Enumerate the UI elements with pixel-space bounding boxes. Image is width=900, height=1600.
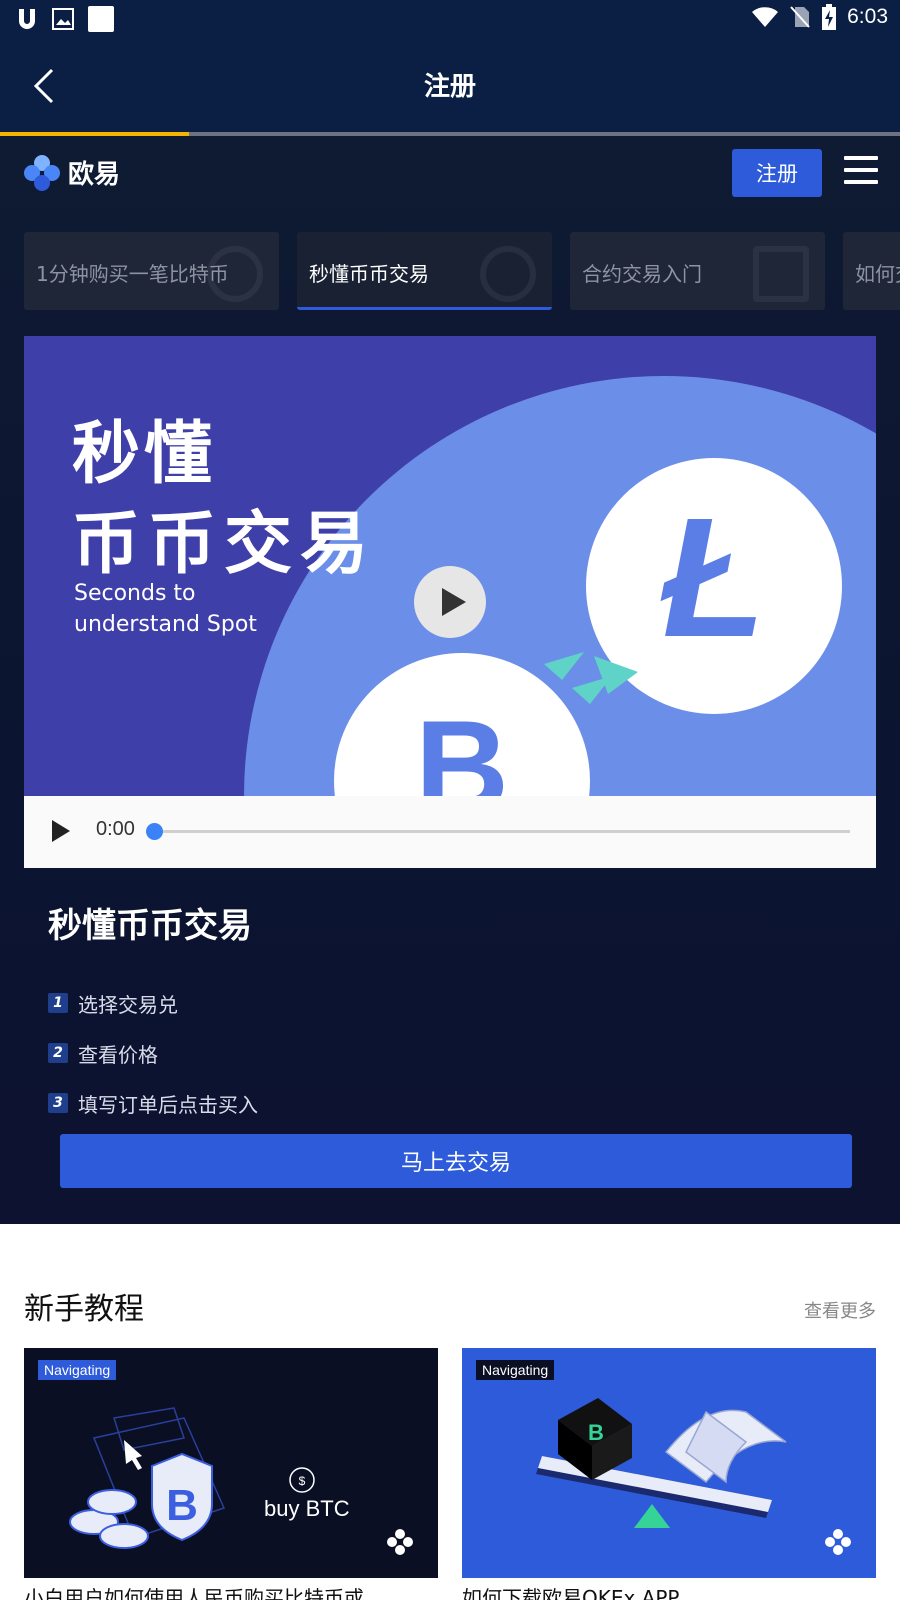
logo-text: 欧易 [68,160,121,190]
video-seek-bar[interactable] [146,823,850,840]
okex-logo-icon [24,154,60,191]
step-item: 2 查看价格 [48,1028,258,1078]
step-item: 1 选择交易兑 [48,978,258,1028]
blank-notification-icon [88,6,114,32]
see-more-link[interactable]: 查看更多 [804,1297,876,1323]
hero-section: 欧易 注册 1分钟购买一笔比特币 秒懂币币交易 合约交易入门 如何交 [0,136,900,1224]
svg-text:$: $ [299,1474,306,1488]
step-item: 3 填写订单后点击买入 [48,1078,258,1128]
trade-now-button[interactable]: 马上去交易 [60,1134,852,1188]
tab-buy-bitcoin[interactable]: 1分钟购买一笔比特币 [24,232,279,310]
svg-text:Ł: Ł [660,483,766,673]
coin-exchange-icon [480,246,536,302]
okex-logo[interactable]: 欧易 [24,154,120,191]
card-art-text: buy BTC [264,1496,350,1521]
svg-text:B: B [588,1420,604,1445]
tutorial-card-caption[interactable]: 小白用户如何使用人民币购买比特币或 [24,1582,438,1600]
svg-text:B: B [415,693,509,796]
hamburger-menu-icon[interactable] [844,156,878,188]
course-title: 秒懂币币交易 [48,906,252,946]
tab-how-to[interactable]: 如何交 [843,232,900,310]
document-icon [753,246,809,302]
image-notification-icon [52,8,74,30]
video-title-line1: 秒懂 [72,415,217,494]
register-button[interactable]: 注册 [732,149,822,197]
tutorial-card-download-app[interactable]: Navigating B [462,1348,876,1578]
video-subtitle: Seconds to understand Spot [74,581,257,637]
tab-spot-trading[interactable]: 秒懂币币交易 [297,232,552,310]
status-bar: 6:03 [0,0,900,38]
seek-knob[interactable] [146,823,163,840]
step-text: 填写订单后点击买入 [78,1092,258,1117]
tutorials-heading: 新手教程 [24,1292,144,1327]
tab-label: 合约交易入门 [582,262,702,286]
course-steps: 1 选择交易兑 2 查看价格 3 填写订单后点击买入 [48,978,258,1128]
clock: 6:03 [847,5,888,28]
no-sim-icon [790,6,810,28]
tutorial-card-buy-btc[interactable]: Navigating B $ buy BTC [24,1348,438,1578]
course-tabs: 1分钟购买一笔比特币 秒懂币币交易 合约交易入门 如何交 [24,232,900,312]
step-number: 2 [48,1043,68,1063]
app-bar: 注册 [0,38,900,132]
bitcoin-coin-icon [207,246,263,302]
download-app-illustration: B [536,1398,851,1555]
step-text: 查看价格 [78,1042,158,1067]
play-icon[interactable] [50,820,72,844]
tab-label: 如何交 [855,262,900,286]
video-title-line2: 币币交易 [72,505,377,584]
step-number: 3 [48,1093,68,1113]
wifi-icon [752,7,779,27]
video-poster[interactable]: Ł B 秒懂 币币交易 Seconds to understand Spot [24,336,876,796]
step-number: 1 [48,993,68,1013]
svg-text:B: B [166,1481,198,1530]
tutorial-card-caption[interactable]: 如何下载欧易OKEx APP [462,1582,876,1600]
site-header: 欧易 注册 [0,136,900,206]
video-controls: 0:00 [24,796,876,868]
battery-charging-icon [822,4,837,30]
tab-futures-intro[interactable]: 合约交易入门 [570,232,825,310]
tab-label: 1分钟购买一笔比特币 [36,262,229,286]
page-title: 注册 [423,72,476,102]
step-text: 选择交易兑 [78,992,178,1017]
play-overlay-icon[interactable] [414,566,486,638]
app-notification-icon [19,9,35,29]
buy-btc-illustration: B $ [69,1407,413,1555]
video-current-time: 0:00 [96,818,135,840]
video-player: Ł B 秒懂 币币交易 Seconds to understand Spot 0… [24,336,876,868]
tab-label: 秒懂币币交易 [309,262,429,286]
